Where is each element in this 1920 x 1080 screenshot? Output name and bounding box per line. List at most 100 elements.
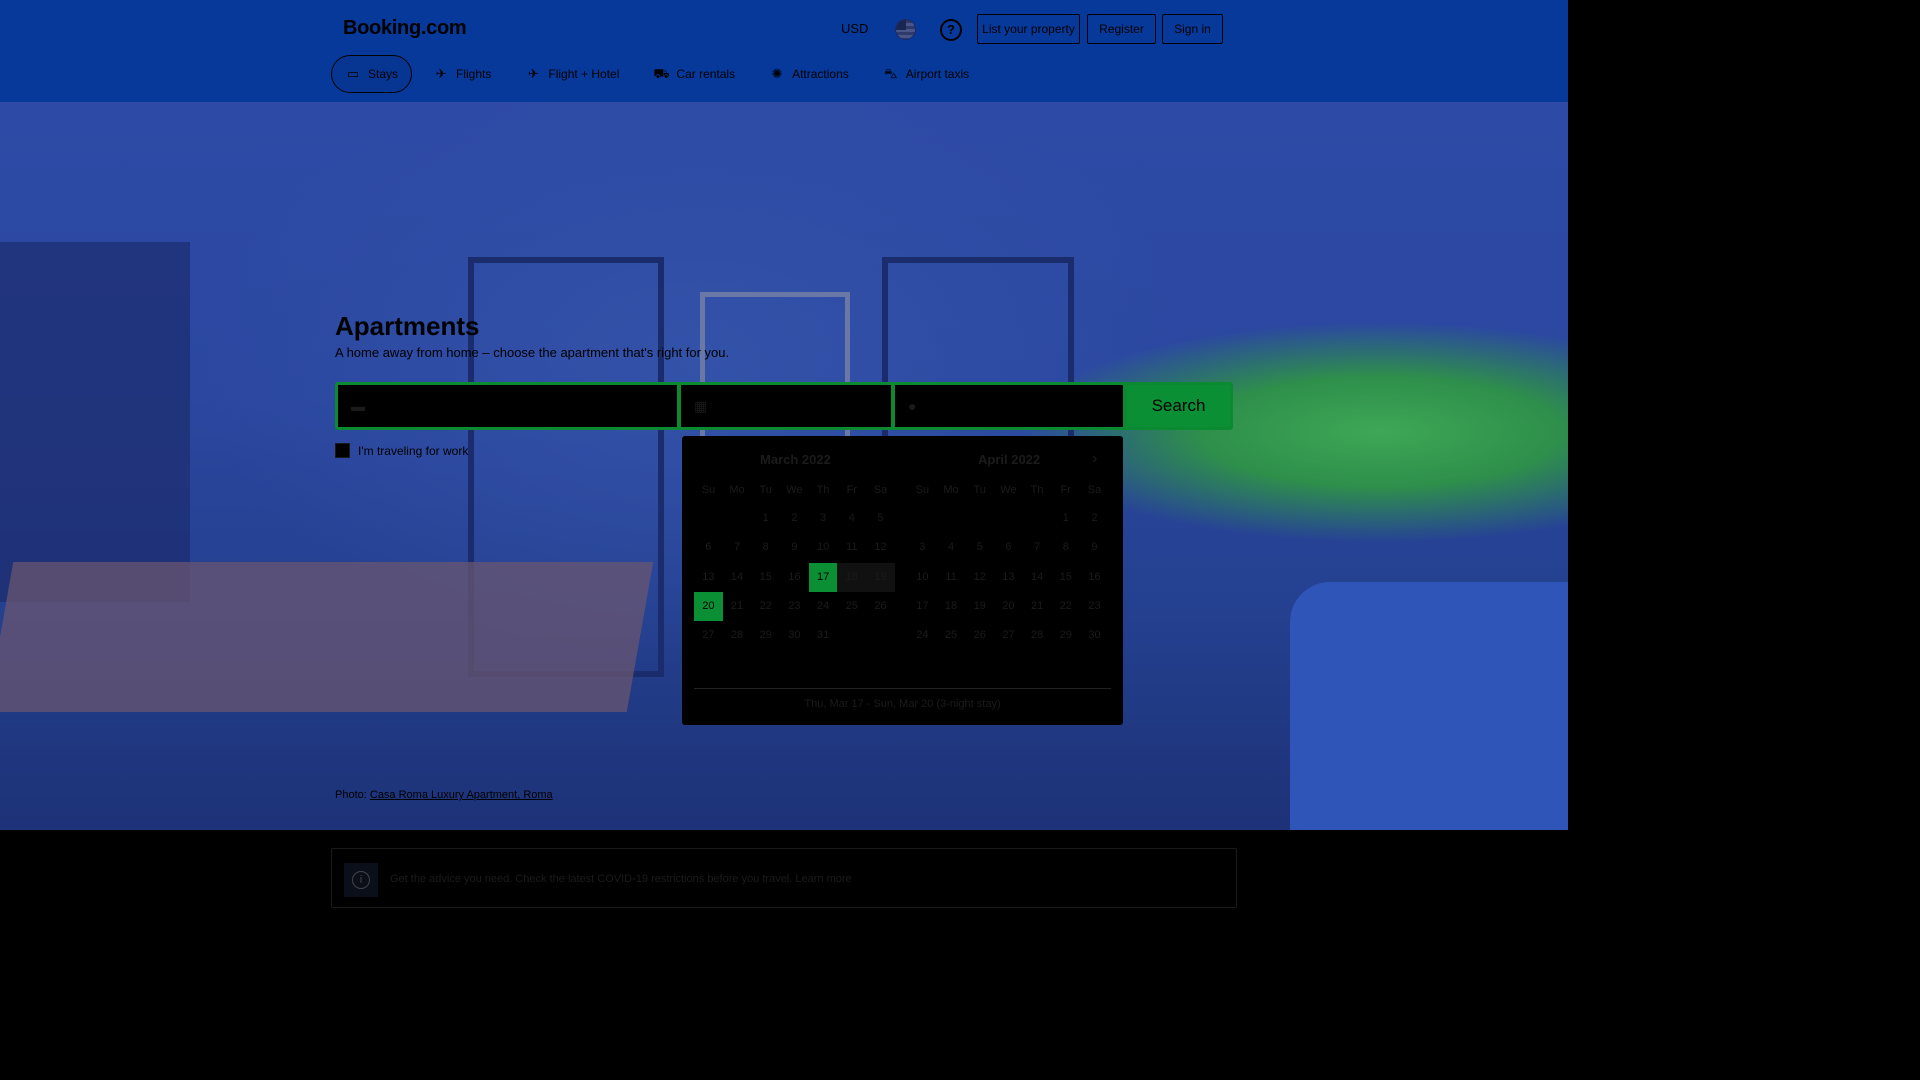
day-grid: 1 2 3 4 5 6 7 8 9 10 11 12 13 14 15 16 17 18 19 20 21 22 23 24 2… [694, 504, 896, 650]
calendar-day[interactable]: 29 [751, 621, 780, 650]
weekday-label: Sa [873, 484, 888, 496]
calendar-day[interactable]: 11 [837, 533, 866, 562]
calendar-day[interactable]: 25 [937, 621, 966, 650]
calendar-day[interactable]: 16 [780, 563, 809, 592]
register-button[interactable]: Register [1087, 14, 1156, 44]
calendar-day[interactable]: 9 [1080, 533, 1109, 562]
calendar-day[interactable]: 30 [780, 621, 809, 650]
chevron-right-icon[interactable]: › [1092, 450, 1097, 468]
calendar-day[interactable]: 17 [908, 592, 937, 621]
calendar-day[interactable]: 15 [751, 563, 780, 592]
calendar-day[interactable]: 5 [866, 504, 895, 533]
calendar-day[interactable]: 15 [1051, 563, 1080, 592]
top-header: Booking.com USD ? List your property Reg… [0, 0, 1568, 102]
calendar-day[interactable]: 7 [1023, 533, 1052, 562]
list-property-button[interactable]: List your property [977, 14, 1080, 44]
nav-item-stays[interactable]: ▭ Stays [331, 55, 413, 93]
calendar-day[interactable]: 3 [908, 533, 937, 562]
calendar-day[interactable]: 9 [780, 533, 809, 562]
calendar-day[interactable]: 8 [1051, 533, 1080, 562]
month-grid-march: Su Mo Tu We Th Fr Sa 1 2 3 4 5 6 7 8 9 10 11 12 13 14 15 16 17… [694, 476, 896, 650]
calendar-day[interactable]: 27 [994, 621, 1023, 650]
photo-credit-link[interactable]: Casa Roma Luxury Apartment, Roma [370, 789, 553, 801]
calendar-day[interactable]: 19 [866, 562, 895, 592]
weekday-label: Mo [729, 484, 745, 496]
calendar-day[interactable]: 20 [694, 591, 723, 622]
calendar-day[interactable]: 30 [1080, 621, 1109, 650]
calendar-day[interactable]: 1 [751, 504, 780, 533]
calendar-day[interactable]: 17 [808, 562, 838, 592]
calendar-day[interactable]: 25 [837, 592, 866, 621]
calendar-day[interactable]: 8 [751, 533, 780, 562]
guests-selector[interactable]: ● 2 adults · 0 children · 1 room ⇕ [895, 385, 1123, 427]
calendar-day[interactable]: 12 [866, 533, 895, 562]
calendar-day[interactable]: 29 [1051, 621, 1080, 650]
nav-item-attractions[interactable]: ✺ Attractions [756, 55, 862, 93]
calendar-day[interactable]: 16 [1080, 563, 1109, 592]
calendar-day[interactable]: 28 [1023, 621, 1052, 650]
weekday-label: Sa [1087, 484, 1102, 496]
calendar-day[interactable]: 18 [837, 562, 867, 592]
calendar-day[interactable]: 4 [937, 533, 966, 562]
calendar-day[interactable]: 20 [994, 592, 1023, 621]
date-range-input[interactable]: ▦ Thu, Mar 17 — Sun, Mar 20 [681, 385, 891, 427]
calendar-day[interactable]: 13 [694, 563, 723, 592]
calendar-day[interactable]: 1 [1051, 504, 1080, 533]
calendar-day[interactable]: 5 [965, 533, 994, 562]
calendar-day[interactable]: 7 [723, 533, 752, 562]
calendar-day[interactable]: 3 [809, 504, 838, 533]
us-flag-icon[interactable] [895, 19, 916, 40]
calendar-day[interactable]: 21 [1023, 592, 1052, 621]
calendar-day[interactable]: 23 [780, 592, 809, 621]
calendar-day[interactable]: 13 [994, 563, 1023, 592]
date-picker: March 2022 April 2022 › Su Mo Tu We Th Fr Sa 1… [682, 436, 1123, 725]
work-travel-checkbox[interactable]: I'm traveling for work [335, 443, 468, 458]
stay-summary: Thu, Mar 17 - Sun, Mar 20 (3-night stay) [804, 698, 1001, 710]
weekday-label: Su [701, 484, 716, 496]
checkbox[interactable] [335, 443, 350, 458]
calendar-day[interactable]: 6 [694, 533, 723, 562]
calendar-day[interactable]: 31 [809, 621, 838, 650]
calendar-day[interactable]: 4 [837, 504, 866, 533]
destination-input[interactable]: ▬ More places than you could ever go (bu… [338, 385, 677, 427]
calendar-day[interactable]: 11 [937, 563, 966, 592]
calendar-day[interactable]: 14 [1023, 563, 1052, 592]
calendar-day[interactable]: 6 [994, 533, 1023, 562]
nav-item-airport-taxis[interactable]: ⛍ Airport taxis [870, 55, 982, 93]
calendar-day[interactable]: 28 [723, 621, 752, 650]
learn-more-link[interactable]: Learn more [795, 873, 851, 885]
nav-item-flights[interactable]: ✈ Flights [420, 55, 504, 93]
calendar-day[interactable]: 24 [809, 592, 838, 621]
page-subtitle: A home away from home – choose the apart… [335, 345, 730, 360]
calendar-day[interactable]: 12 [965, 563, 994, 592]
search-button[interactable]: Search [1127, 385, 1230, 427]
calendar-day[interactable]: 26 [965, 621, 994, 650]
calendar-day[interactable]: 2 [780, 504, 809, 533]
calendar-day[interactable]: 26 [866, 592, 895, 621]
calendar-day[interactable]: 18 [937, 592, 966, 621]
empty-day [994, 504, 1023, 533]
sign-in-button[interactable]: Sign in [1162, 14, 1223, 44]
calendar-day[interactable]: 21 [723, 592, 752, 621]
calendar-day[interactable]: 10 [908, 563, 937, 592]
calendar-day[interactable]: 24 [908, 621, 937, 650]
covid-notice: i Get the advice you need. Check the lat… [331, 848, 1237, 908]
currency-selector[interactable]: USD [841, 21, 868, 36]
nav-item-label: Airport taxis [905, 67, 970, 81]
calendar-day[interactable]: 14 [723, 563, 752, 592]
attractions-icon: ✺ [771, 66, 783, 81]
calendar-day[interactable]: 22 [1051, 592, 1080, 621]
booking-logo[interactable]: Booking.com [343, 17, 467, 40]
calendar-day[interactable]: 27 [694, 621, 723, 650]
calendar-day[interactable]: 10 [809, 533, 838, 562]
calendar-day[interactable]: 22 [751, 592, 780, 621]
nav-item-label: Flight + Hotel [548, 67, 620, 81]
help-icon[interactable]: ? [940, 19, 962, 41]
calendar-day[interactable]: 23 [1080, 592, 1109, 621]
calendar-day[interactable]: 2 [1080, 504, 1109, 533]
nav-item-flight-hotel[interactable]: ✈ Flight + Hotel [512, 55, 632, 93]
calendar-day[interactable]: 19 [965, 592, 994, 621]
nav-item-car-rentals[interactable]: ⛟ Car rentals [640, 55, 748, 93]
empty-day [965, 504, 994, 533]
empty-day [1023, 504, 1052, 533]
